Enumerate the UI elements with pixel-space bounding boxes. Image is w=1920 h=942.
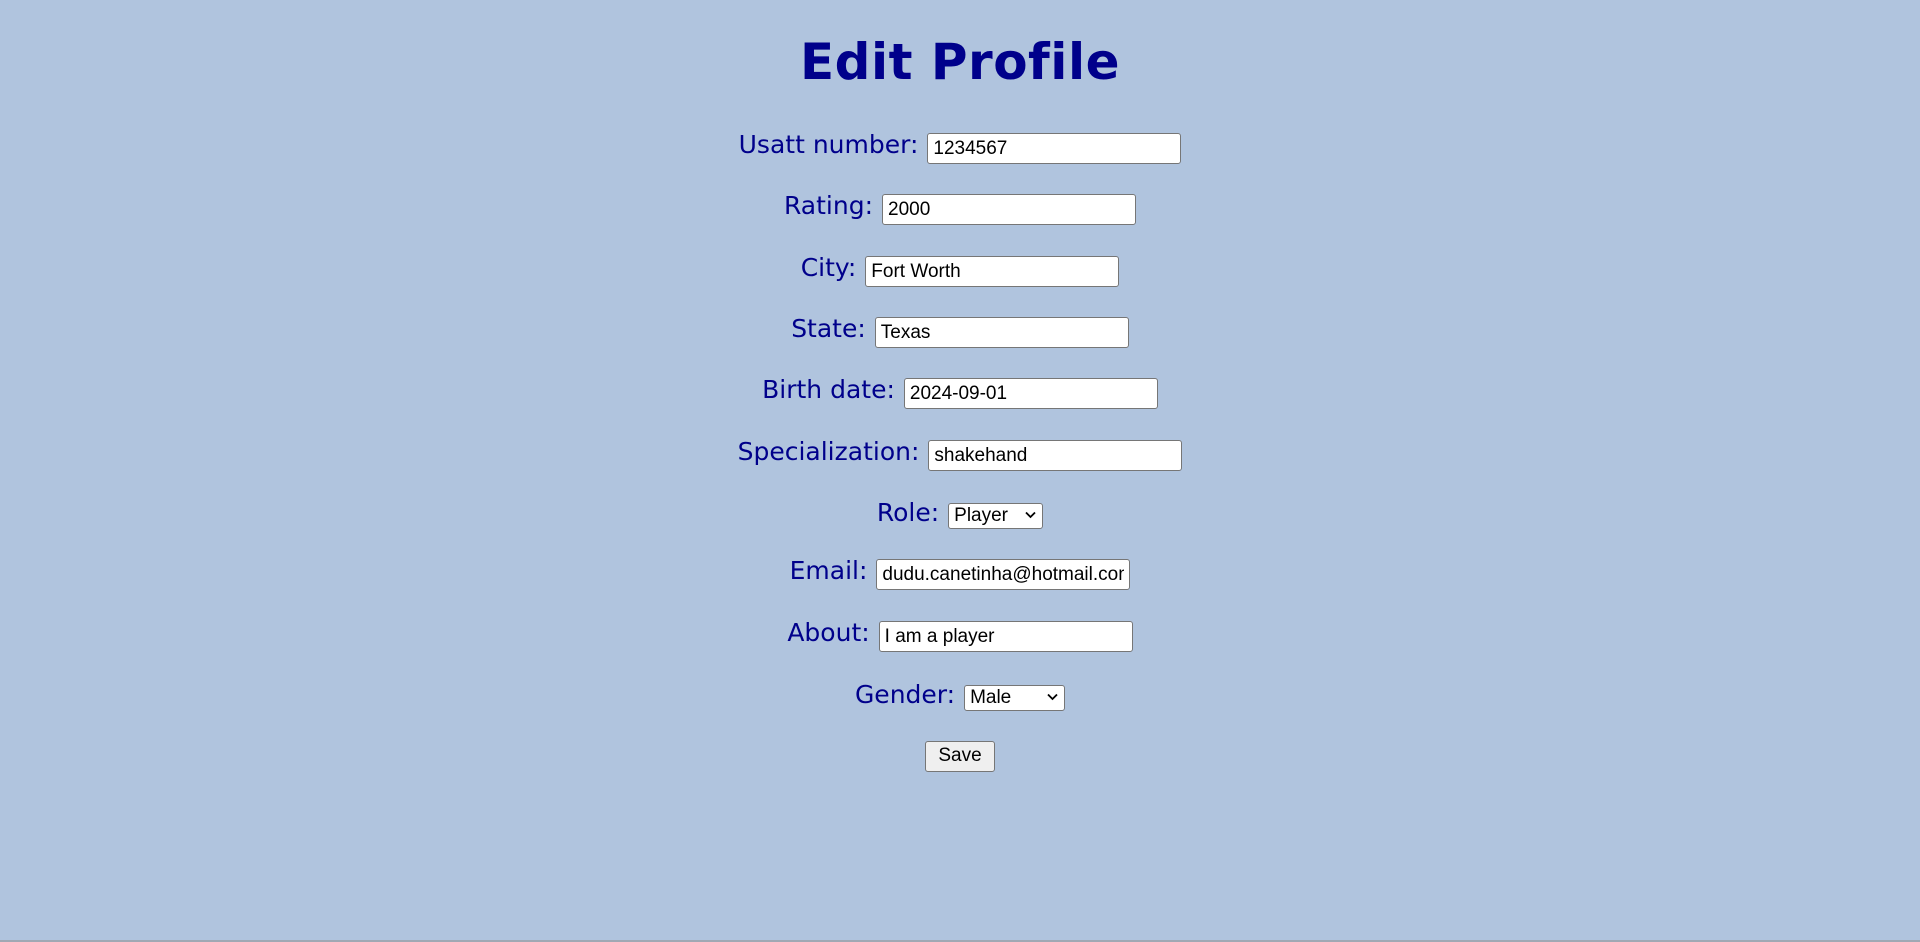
usatt-number-input[interactable] — [927, 132, 1182, 164]
role-label: Role: — [876, 498, 940, 527]
email-input[interactable] — [876, 558, 1131, 590]
usatt-label: Usatt number: — [738, 130, 919, 159]
role-selected-value: Player — [954, 505, 1008, 526]
birth-date-label: Birth date: — [762, 375, 895, 404]
page-title: Edit Profile — [800, 33, 1120, 91]
specialization-label: Specialization: — [737, 437, 920, 466]
city-input[interactable] — [865, 255, 1120, 287]
state-label: State: — [791, 314, 866, 343]
role-select[interactable]: Player — [948, 503, 1044, 529]
gender-row: Gender: Male — [0, 680, 1920, 716]
role-row: Role: Player — [0, 498, 1920, 534]
gender-select[interactable]: Male — [964, 685, 1066, 711]
save-row: Save — [0, 738, 1920, 774]
birth-date-row: Birth date: — [0, 375, 1920, 411]
email-row: Email: — [0, 556, 1920, 592]
about-row: About: — [0, 618, 1920, 654]
about-label: About: — [787, 618, 870, 647]
rating-input[interactable] — [882, 193, 1137, 225]
specialization-row: Specialization: — [0, 437, 1920, 473]
email-label: Email: — [789, 556, 868, 585]
chevron-down-icon — [1047, 693, 1058, 701]
rating-row: Rating: — [0, 191, 1920, 227]
state-input[interactable] — [874, 316, 1129, 348]
chevron-down-icon — [1025, 511, 1036, 519]
rating-label: Rating: — [783, 191, 874, 220]
gender-selected-value: Male — [970, 687, 1012, 708]
about-input[interactable] — [878, 620, 1133, 652]
city-row: City: — [0, 253, 1920, 289]
specialization-input[interactable] — [928, 439, 1183, 471]
state-row: State: — [0, 314, 1920, 350]
gender-label: Gender: — [854, 680, 956, 709]
usatt-row: Usatt number: — [0, 130, 1920, 166]
birth-date-input[interactable] — [903, 377, 1158, 409]
city-label: City: — [800, 253, 857, 282]
save-button[interactable]: Save — [925, 740, 995, 772]
